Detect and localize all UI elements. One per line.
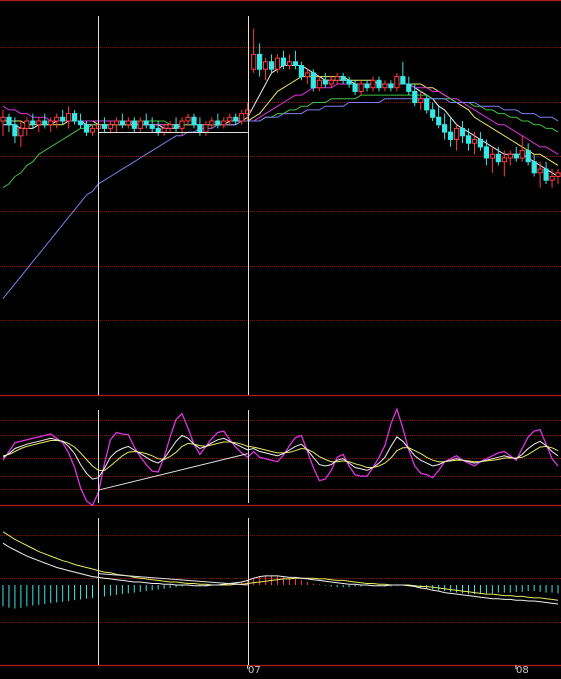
month-label-07: 07 xyxy=(248,665,261,675)
candle-up xyxy=(209,120,215,126)
candle-up xyxy=(454,127,460,140)
candle-up xyxy=(161,127,167,133)
candle-down xyxy=(42,120,48,126)
candle-up xyxy=(66,113,72,122)
candle-down xyxy=(495,153,501,163)
candle-up xyxy=(358,83,364,92)
candle-down xyxy=(531,161,537,174)
candle-down xyxy=(12,124,18,137)
candle-down xyxy=(131,120,137,129)
candle-down xyxy=(30,120,36,126)
candle-up xyxy=(48,120,54,126)
candle-down xyxy=(442,124,448,133)
candle-down xyxy=(400,76,406,85)
candle-up xyxy=(18,127,24,137)
candle-down xyxy=(412,90,418,104)
candle-down xyxy=(459,127,466,137)
candle-down xyxy=(269,61,275,70)
candle-up xyxy=(334,76,340,81)
candle-up xyxy=(263,61,269,70)
candle-up xyxy=(489,153,495,159)
candle-down xyxy=(406,83,412,92)
stock-chart[interactable]: 07 08 xyxy=(0,0,561,676)
candle-down xyxy=(322,79,328,85)
candle-down xyxy=(340,76,346,81)
candle-up xyxy=(519,150,525,159)
candle-up xyxy=(328,79,334,85)
candle-up xyxy=(251,53,257,70)
candle-up xyxy=(537,168,543,174)
candle-down xyxy=(448,131,454,141)
candle-up xyxy=(203,124,209,133)
month-label-08: 08 xyxy=(516,665,529,675)
candle-down xyxy=(173,124,179,129)
candle-down xyxy=(436,116,442,126)
candle-up xyxy=(0,116,6,122)
candle-down xyxy=(101,124,108,129)
candle-up xyxy=(137,120,143,129)
candle-down xyxy=(257,53,263,70)
candle-up xyxy=(382,83,388,89)
candle-up xyxy=(394,76,400,89)
candle-down xyxy=(346,79,352,85)
candle-up xyxy=(418,98,424,104)
candle-up xyxy=(185,116,191,122)
candle-up xyxy=(286,61,293,66)
candle-down xyxy=(376,79,382,89)
candle-down xyxy=(143,120,149,126)
candle-down xyxy=(72,113,78,122)
candle-down xyxy=(310,72,316,89)
candle-up xyxy=(549,176,555,181)
candle-up xyxy=(239,113,245,122)
candle-down xyxy=(197,124,203,133)
candle-up xyxy=(274,57,281,70)
candle-up xyxy=(24,120,30,129)
candle-up xyxy=(227,116,233,122)
candle-down xyxy=(215,120,221,126)
candle-down xyxy=(119,120,126,126)
candle-down xyxy=(352,83,358,92)
candle-down xyxy=(477,139,483,148)
candle-up xyxy=(36,120,42,126)
candle-down xyxy=(465,135,472,144)
candle-up xyxy=(501,157,507,163)
candle-up xyxy=(245,109,251,115)
candle-down xyxy=(525,150,531,163)
candle-up xyxy=(555,172,561,178)
candle-down xyxy=(292,61,298,66)
candle-down xyxy=(78,120,84,126)
candle-down xyxy=(543,168,549,181)
candle-up xyxy=(370,79,376,89)
candle-down xyxy=(298,65,304,78)
candle-down xyxy=(424,98,430,111)
candle-up xyxy=(316,79,322,89)
candle-up xyxy=(107,124,114,129)
candle-down xyxy=(155,127,161,133)
candle-down xyxy=(280,57,287,66)
candle-down xyxy=(513,153,519,159)
candle-down xyxy=(388,83,394,89)
candle-down xyxy=(430,109,436,118)
chart-background xyxy=(0,0,561,675)
candle-down xyxy=(233,116,239,122)
candle-up xyxy=(89,127,96,133)
candle-down xyxy=(364,83,370,89)
candle-up xyxy=(179,120,185,129)
chart-canvas[interactable]: 07 08 xyxy=(0,0,561,676)
candle-down xyxy=(6,116,12,126)
candle-down xyxy=(60,116,66,122)
candle-up xyxy=(507,153,513,159)
candle-down xyxy=(149,124,155,129)
candle-down xyxy=(191,116,197,126)
candle-down xyxy=(483,146,489,159)
candle-up xyxy=(113,120,120,126)
candle-up xyxy=(167,124,173,129)
candle-up xyxy=(471,139,478,144)
candle-up xyxy=(221,120,227,126)
candle-down xyxy=(83,124,90,133)
candle-up xyxy=(54,116,60,122)
candle-up xyxy=(304,72,310,78)
candle-up xyxy=(125,120,131,126)
